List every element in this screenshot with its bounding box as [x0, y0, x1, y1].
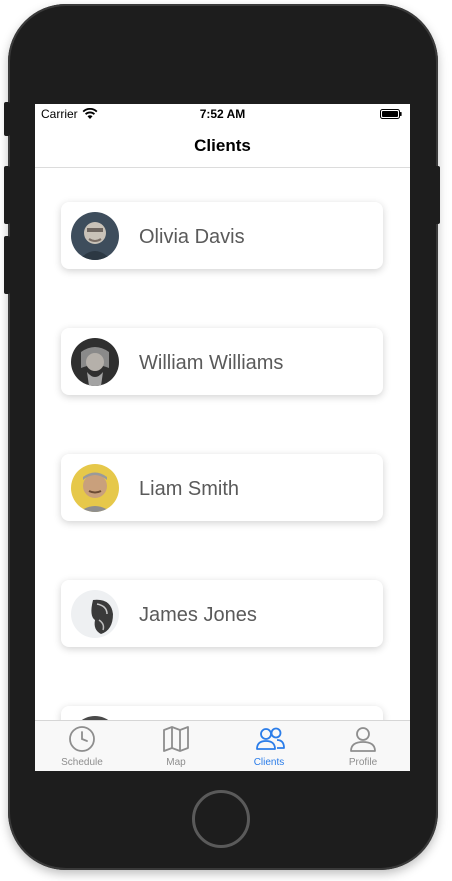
client-card-olivia-davis[interactable]: Olivia Davis — [61, 202, 383, 269]
tab-profile[interactable]: Profile — [316, 721, 410, 771]
tab-label: Profile — [348, 757, 378, 768]
screen: Carrier 7:52 AM Clients Olivia Davis Wil… — [35, 104, 410, 771]
power-button — [434, 166, 440, 224]
battery-icon — [380, 109, 402, 119]
tab-label: Clients — [253, 757, 285, 768]
tab-clients[interactable]: Clients — [222, 721, 316, 771]
client-card-william-williams[interactable]: William Williams — [61, 328, 383, 395]
map-icon — [163, 726, 189, 752]
tab-label: Schedule — [61, 757, 103, 768]
tab-bar: Schedule Map Clients Profile — [35, 720, 410, 771]
client-name: James Jones — [139, 604, 257, 626]
client-name: Liam Smith — [139, 478, 240, 500]
status-bar: Carrier 7:52 AM — [35, 104, 410, 124]
status-time: 7:52 AM — [199, 107, 246, 121]
mute-switch — [4, 102, 10, 136]
clock-icon — [69, 726, 95, 752]
volume-down-button — [4, 236, 10, 294]
person-icon — [350, 727, 376, 752]
avatar — [71, 464, 119, 512]
home-button[interactable] — [192, 790, 250, 848]
client-name: Olivia Davis — [139, 226, 245, 248]
avatar — [71, 212, 119, 260]
page-title: Clients — [194, 136, 251, 155]
tab-map[interactable]: Map — [129, 721, 223, 771]
users-icon — [256, 727, 285, 750]
avatar — [71, 338, 119, 386]
tab-label: Map — [166, 757, 186, 768]
navigation-bar: Clients — [35, 124, 410, 168]
client-name: William Williams — [139, 352, 284, 374]
client-card-james-jones[interactable]: James Jones — [61, 580, 383, 647]
avatar — [71, 590, 119, 638]
volume-up-button — [4, 166, 10, 224]
client-card-liam-smith[interactable]: Liam Smith — [61, 454, 383, 521]
tab-schedule[interactable]: Schedule — [35, 721, 129, 771]
